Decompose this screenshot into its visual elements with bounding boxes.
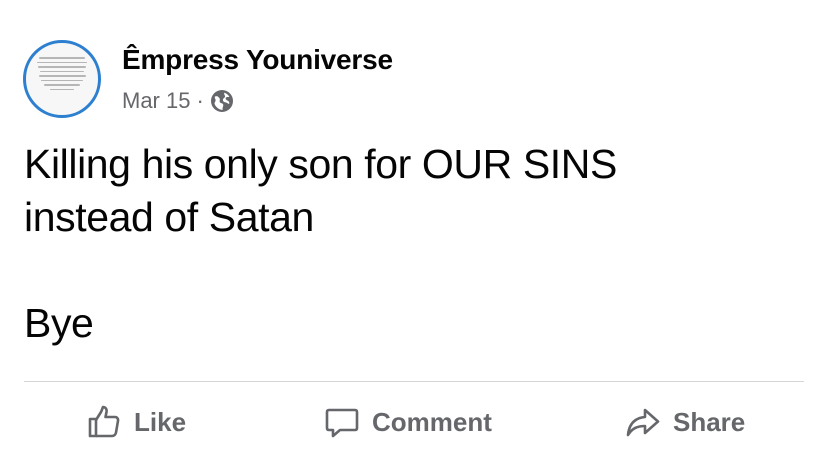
- share-arrow-icon: [626, 408, 660, 437]
- post-body: Killing his only son for OUR SINS instea…: [24, 141, 617, 346]
- comment-button[interactable]: Comment: [324, 392, 492, 452]
- post-meta: Mar 15 ·: [122, 88, 234, 114]
- share-button[interactable]: Share: [625, 392, 745, 452]
- like-label: Like: [134, 406, 187, 437]
- comment-label: Comment: [372, 406, 492, 437]
- author-avatar[interactable]: [23, 40, 101, 118]
- globe-icon[interactable]: [210, 89, 234, 113]
- avatar-text-image: [36, 57, 88, 93]
- actions-divider: [24, 381, 804, 382]
- post-card: Êmpress Youniverse Mar 15 · Killing his …: [0, 0, 828, 458]
- comment-bubble-icon: [325, 408, 359, 438]
- meta-separator: ·: [196, 88, 204, 113]
- author-name[interactable]: Êmpress Youniverse: [122, 44, 393, 76]
- like-button[interactable]: Like: [86, 392, 186, 452]
- share-label: Share: [673, 406, 746, 437]
- post-date[interactable]: Mar 15: [122, 88, 190, 114]
- post-actions: Like Comment Share: [0, 392, 828, 452]
- thumbs-up-icon: [88, 405, 120, 438]
